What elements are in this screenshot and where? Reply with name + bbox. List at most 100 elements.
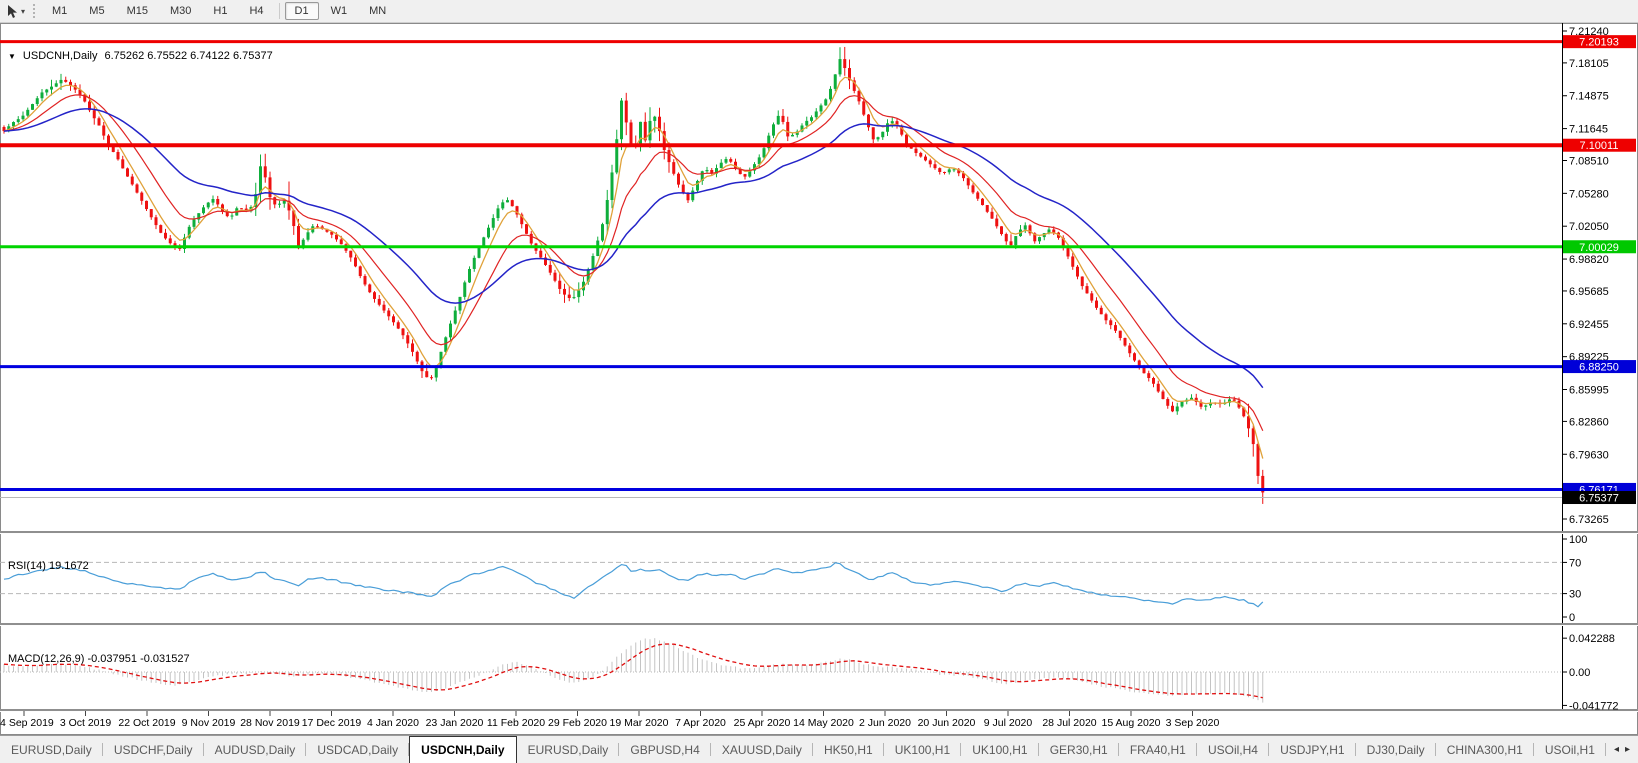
price-badge: 6.88250 <box>1563 360 1636 374</box>
svg-text:7 Apr 2020: 7 Apr 2020 <box>675 717 726 729</box>
timeframe-button-m15[interactable]: M15 <box>117 2 158 20</box>
chart-tab-fra40-h1[interactable]: FRA40,H1 <box>1119 736 1197 763</box>
svg-text:3 Oct 2019: 3 Oct 2019 <box>60 717 112 729</box>
symbol-tab-bar: EURUSD,DailyUSDCHF,DailyAUDUSD,DailyUSDC… <box>0 735 1638 763</box>
chart-tab-hk50-h1[interactable]: HK50,H1 <box>813 736 884 763</box>
chart-tab-eurusd-daily[interactable]: EURUSD,Daily <box>0 736 103 763</box>
timeframe-button-m1[interactable]: M1 <box>42 2 77 20</box>
date-axis: 14 Sep 2019 3 Oct 2019 22 Oct 2019 9 Nov 20… <box>0 711 1220 729</box>
price-badge: 7.00029 <box>1563 240 1636 254</box>
chart-tab-eurusd-daily[interactable]: EURUSD,Daily <box>517 736 620 763</box>
chart-tab-usoil-h1[interactable]: USOil,H1 <box>1534 736 1606 763</box>
svg-text:6.85995: 6.85995 <box>1569 385 1609 397</box>
chart-tab-uk100-h1[interactable]: UK100,H1 <box>961 736 1038 763</box>
svg-text:7.08510: 7.08510 <box>1569 155 1609 167</box>
chart-tab-audusd-daily[interactable]: AUDUSD,Daily <box>204 736 307 763</box>
macd-signal-line <box>4 644 1263 698</box>
macd-histogram <box>4 638 1263 702</box>
chart-tab-xauusd-daily[interactable]: XAUUSD,Daily <box>711 736 813 763</box>
svg-text:70: 70 <box>1569 557 1581 569</box>
chart-tab-gbpusd-h4[interactable]: GBPUSD,H4 <box>619 736 710 763</box>
svg-text:7.05280: 7.05280 <box>1569 188 1609 200</box>
timeframe-buttons: M1M5M15M30H1H4 D1W1MN <box>41 2 397 20</box>
toolbar-separator <box>279 3 280 19</box>
svg-text:17 Dec 2019: 17 Dec 2019 <box>302 717 362 729</box>
svg-text:6.92455: 6.92455 <box>1569 319 1609 331</box>
svg-text:7.00029: 7.00029 <box>1579 242 1619 254</box>
chart-tab-uk100-h1[interactable]: UK100,H1 <box>884 736 961 763</box>
tab-scroll-arrows: ◂▸ <box>1606 736 1638 763</box>
price-chart-canvas[interactable]: 7.212407.181057.148757.116457.085107.052… <box>0 23 1638 735</box>
svg-text:11 Feb 2020: 11 Feb 2020 <box>487 717 545 729</box>
moving-averages-layer <box>4 77 1263 458</box>
cursor-tool-button[interactable]: ▾ <box>2 2 29 20</box>
cursor-icon <box>6 4 19 19</box>
chart-tab-usdchf-daily[interactable]: USDCHF,Daily <box>103 736 204 763</box>
svg-text:20 Jun 2020: 20 Jun 2020 <box>918 717 976 729</box>
svg-text:30: 30 <box>1569 589 1581 601</box>
tab-scroll-right-icon[interactable]: ▸ <box>1625 744 1630 755</box>
svg-text:29 Feb 2020: 29 Feb 2020 <box>548 717 607 729</box>
svg-text:7.02050: 7.02050 <box>1569 221 1609 233</box>
chart-tab-usoil-h4[interactable]: USOil,H4 <box>1197 736 1269 763</box>
chart-tab-usdcnh-daily[interactable]: USDCNH,Daily <box>409 736 516 763</box>
svg-text:6.75377: 6.75377 <box>1579 493 1619 505</box>
svg-text:6.73265: 6.73265 <box>1569 514 1609 526</box>
rsi-line <box>4 563 1263 607</box>
svg-text:28 Nov 2019: 28 Nov 2019 <box>240 717 300 729</box>
timeframe-toolbar: ▾ M1M5M15M30H1H4 D1W1MN <box>0 0 1638 23</box>
svg-text:0.00: 0.00 <box>1569 667 1590 679</box>
svg-text:6.98820: 6.98820 <box>1569 254 1609 266</box>
tab-scroll-left-icon[interactable]: ◂ <box>1614 744 1619 755</box>
svg-text:4 Jan 2020: 4 Jan 2020 <box>367 717 419 729</box>
svg-text:19 Mar 2020: 19 Mar 2020 <box>610 717 669 729</box>
svg-text:6.82860: 6.82860 <box>1569 416 1609 428</box>
chart-tab-china300-h1[interactable]: CHINA300,H1 <box>1436 736 1534 763</box>
macd-panel: 0.042288 0.00 -0.041772 <box>0 633 1619 712</box>
svg-text:7.14875: 7.14875 <box>1569 91 1609 103</box>
rsi-indicator-label: RSI(14) 19.1672 <box>8 560 89 572</box>
svg-text:6.79630: 6.79630 <box>1569 449 1609 461</box>
timeframe-button-h4[interactable]: H4 <box>239 2 273 20</box>
cursor-tool-caret-icon[interactable]: ▾ <box>21 7 25 16</box>
timeframe-button-mn[interactable]: MN <box>359 2 396 20</box>
svg-text:22 Oct 2019: 22 Oct 2019 <box>118 717 175 729</box>
svg-text:-0.041772: -0.041772 <box>1569 700 1619 712</box>
price-axis: 7.212407.181057.148757.116457.085107.052… <box>1562 26 1636 526</box>
timeframe-button-m5[interactable]: M5 <box>79 2 114 20</box>
chart-title: ▼ USDCNH,Daily 6.75262 6.75522 6.74122 6… <box>8 50 273 62</box>
svg-text:14 Sep 2019: 14 Sep 2019 <box>0 717 54 729</box>
chart-symbol-label: USDCNH,Daily <box>23 50 98 62</box>
chart-tab-ger30-h1[interactable]: GER30,H1 <box>1039 736 1119 763</box>
svg-text:7.11645: 7.11645 <box>1569 124 1608 136</box>
svg-text:28 Jul 2020: 28 Jul 2020 <box>1042 717 1096 729</box>
timeframe-button-w1[interactable]: W1 <box>321 2 358 20</box>
chart-tab-dj30-daily[interactable]: DJ30,Daily <box>1356 736 1436 763</box>
toolbar-grip-handle[interactable] <box>33 4 35 18</box>
chart-ohlc-values: 6.75262 6.75522 6.74122 6.75377 <box>104 50 272 62</box>
svg-text:7.18105: 7.18105 <box>1569 58 1609 70</box>
svg-text:15 Aug 2020: 15 Aug 2020 <box>1102 717 1161 729</box>
collapse-arrow-icon[interactable]: ▼ <box>8 52 16 61</box>
rsi-panel: 100 70 30 0 <box>0 534 1587 624</box>
price-badge: 7.20193 <box>1563 35 1636 49</box>
svg-text:23 Jan 2020: 23 Jan 2020 <box>426 717 484 729</box>
svg-text:9 Nov 2019: 9 Nov 2019 <box>182 717 236 729</box>
chart-tab-usdjpy-h1[interactable]: USDJPY,H1 <box>1269 736 1356 763</box>
svg-text:100: 100 <box>1569 534 1587 546</box>
timeframe-button-m30[interactable]: M30 <box>160 2 201 20</box>
svg-text:0.042288: 0.042288 <box>1569 633 1615 645</box>
svg-text:6.88250: 6.88250 <box>1579 362 1619 374</box>
macd-indicator-label: MACD(12,26,9) -0.037951 -0.031527 <box>8 653 190 665</box>
svg-text:14 May 2020: 14 May 2020 <box>793 717 854 729</box>
chart-tab-usdcad-daily[interactable]: USDCAD,Daily <box>306 736 409 763</box>
chart-window: ▼ USDCNH,Daily 6.75262 6.75522 6.74122 6… <box>0 23 1638 735</box>
timeframe-button-d1[interactable]: D1 <box>285 2 319 20</box>
horizontal-levels-layer[interactable] <box>0 42 1562 498</box>
svg-text:6.95685: 6.95685 <box>1569 286 1609 298</box>
svg-text:7.20193: 7.20193 <box>1579 37 1619 49</box>
svg-text:0: 0 <box>1569 612 1575 624</box>
svg-text:2 Jun 2020: 2 Jun 2020 <box>859 717 911 729</box>
candles-layer <box>3 47 1265 504</box>
timeframe-button-h1[interactable]: H1 <box>203 2 237 20</box>
